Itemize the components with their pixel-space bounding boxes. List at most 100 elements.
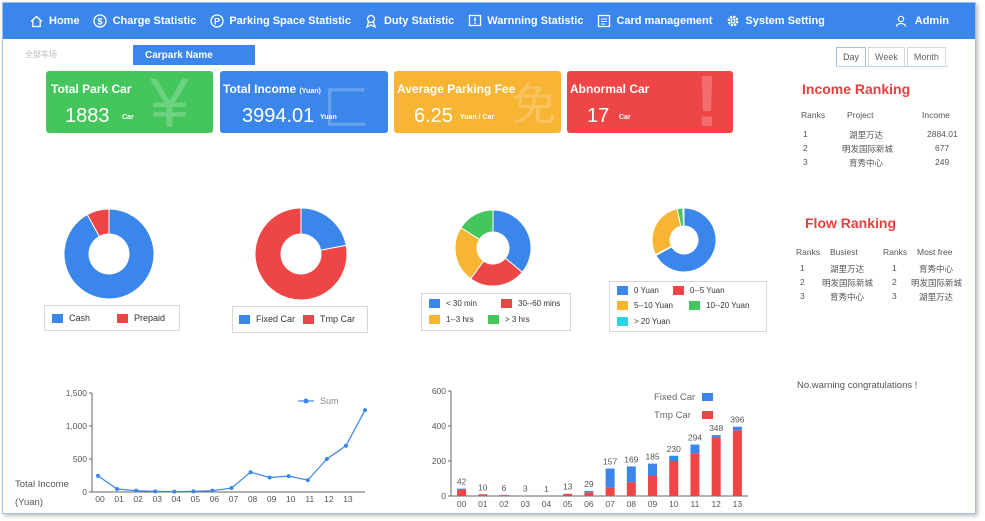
- user-icon: [895, 15, 907, 27]
- legend-item-gt3h[interactable]: > 3 hrs: [488, 315, 530, 324]
- bar-tmp-car[interactable]: [626, 482, 636, 496]
- data-point[interactable]: [343, 443, 348, 448]
- y-tick-label: 0: [441, 491, 446, 501]
- nav-parking-space-statistic[interactable]: P Parking Space Statistic: [209, 14, 351, 29]
- x-tick-label: 11: [305, 494, 314, 504]
- nav-charge-statistic[interactable]: $ Charge Statistic: [93, 14, 196, 29]
- bar-total-label: 185: [645, 452, 659, 462]
- tab-day[interactable]: Day: [836, 47, 867, 66]
- data-point[interactable]: [286, 474, 291, 479]
- payment-legend: Cash Prepaid: [44, 305, 180, 331]
- data-point[interactable]: [134, 488, 139, 493]
- data-point[interactable]: [229, 486, 234, 491]
- cell: 1: [803, 129, 808, 139]
- y-axis-label: (Yuan): [15, 497, 43, 508]
- bar-fixed-car[interactable]: [669, 455, 679, 461]
- bar-fixed-car[interactable]: [690, 444, 700, 454]
- card-total-park-car: ¥ Total Park Car 1883 Car: [46, 71, 213, 133]
- nav-duty-statistic[interactable]: Duty Statistic: [364, 14, 454, 29]
- legend-item-0-yuan[interactable]: 0 Yuan: [617, 286, 659, 295]
- bar-total-label: 169: [624, 454, 638, 464]
- user-name: Admin: [914, 15, 949, 27]
- bar-fixed-car[interactable]: [648, 463, 658, 475]
- cell: 明发国际新城: [842, 144, 894, 154]
- bar-tmp-car[interactable]: [563, 493, 573, 496]
- header-cell: Ranks: [801, 110, 826, 120]
- cell: 明发国际新城: [911, 278, 963, 288]
- data-point[interactable]: [153, 489, 158, 494]
- pie-slice-5-10-yuan[interactable]: [651, 208, 682, 256]
- nav-warning-statistic[interactable]: Warnning Statistic: [467, 14, 583, 29]
- pie-slice-fixed-car[interactable]: [300, 207, 347, 251]
- legend-item-lt30[interactable]: < 30 min: [429, 299, 477, 308]
- data-point[interactable]: [363, 408, 367, 413]
- legend-label-tmp-car[interactable]: Tmp Car: [654, 410, 691, 421]
- bar-total-label: 29: [584, 479, 594, 489]
- carpark-name-button[interactable]: Carpark Name: [133, 45, 255, 65]
- legend-item-0-5-yuan[interactable]: 0--5 Yuan: [673, 286, 725, 295]
- bar-tmp-car[interactable]: [499, 495, 509, 496]
- bar-fixed-car[interactable]: [605, 468, 615, 488]
- legend-item-gt20-yuan[interactable]: > 20 Yuan: [617, 317, 670, 326]
- nav-system-setting[interactable]: System Setting: [725, 14, 825, 29]
- bar-fixed-car[interactable]: [457, 488, 467, 490]
- data-point[interactable]: [210, 488, 215, 493]
- bar-fixed-car[interactable]: [626, 466, 636, 483]
- bar-total-label: 348: [709, 423, 723, 433]
- user-menu[interactable]: Admin: [895, 3, 949, 39]
- data-point[interactable]: [267, 475, 272, 480]
- bar-tmp-car[interactable]: [605, 487, 615, 496]
- legend-item-1-3h[interactable]: 1--3 hrs: [429, 315, 474, 324]
- data-point[interactable]: [172, 489, 177, 494]
- bar-tmp-car[interactable]: [690, 453, 700, 496]
- legend-item-prepaid[interactable]: Prepaid: [117, 313, 165, 323]
- legend-label: 10--20 Yuan: [706, 301, 750, 310]
- cell: 育秀中心: [849, 158, 884, 168]
- pie-slice--20-yuan[interactable]: [682, 207, 685, 227]
- bar-fixed-car[interactable]: [732, 426, 742, 431]
- income-line-chart: 0 500 1,000 1,500 00 01 02 03 04 05 06 07 08 09 10 11 12…: [15, 388, 367, 508]
- data-point[interactable]: [305, 478, 310, 483]
- cell: 677: [935, 143, 950, 153]
- carpark-select[interactable]: 全部车场: [25, 49, 57, 60]
- bar-fixed-car[interactable]: [711, 435, 721, 438]
- bar-tmp-car[interactable]: [669, 461, 679, 496]
- bar-fixed-car[interactable]: [584, 490, 594, 493]
- nav-card-management[interactable]: Card management: [596, 14, 712, 29]
- bar-tmp-car[interactable]: [648, 475, 658, 496]
- legend-item-10-20-yuan[interactable]: 10--20 Yuan: [689, 301, 749, 310]
- nav-home[interactable]: Home: [29, 14, 80, 29]
- bar-tmp-car[interactable]: [478, 494, 488, 496]
- legend-label-fixed-car[interactable]: Fixed Car: [654, 392, 695, 403]
- x-tick-label: 12: [324, 494, 334, 504]
- bar-tmp-car[interactable]: [457, 489, 467, 496]
- legend-item-tmp-car[interactable]: Tmp Car: [303, 314, 355, 324]
- bar-tmp-car[interactable]: [711, 437, 721, 496]
- free-watermark-icon: 免: [512, 81, 556, 130]
- flow-ranking-table: Ranks Busiest Ranks Most free 1 湖里万达 1 育…: [796, 247, 971, 307]
- data-point[interactable]: [96, 473, 100, 478]
- dollar-icon: $: [93, 14, 108, 29]
- data-point[interactable]: [248, 470, 253, 475]
- x-tick-label: 02: [499, 499, 509, 509]
- data-point[interactable]: [115, 487, 120, 492]
- legend-item-fixed-car[interactable]: Fixed Car: [239, 314, 295, 324]
- data-point[interactable]: [191, 489, 196, 494]
- x-tick-label: 01: [114, 494, 124, 504]
- legend-item-30-60[interactable]: 30--60 mins: [501, 299, 560, 308]
- tab-month[interactable]: Month: [906, 47, 946, 66]
- warning-message: No.warning congratulations !: [797, 380, 918, 391]
- legend-label-sum[interactable]: Sum: [320, 396, 339, 406]
- bar-total-label: 6: [502, 483, 507, 493]
- bar-tmp-car[interactable]: [584, 492, 594, 496]
- y-tick-label: 0: [82, 487, 87, 497]
- x-tick-label: 05: [563, 499, 573, 509]
- legend-label: Tmp Car: [320, 314, 356, 324]
- data-point[interactable]: [324, 457, 329, 461]
- x-tick-label: 05: [191, 494, 201, 504]
- y-tick-label: 600: [432, 386, 446, 396]
- bar-tmp-car[interactable]: [732, 430, 742, 496]
- tab-week[interactable]: Week: [868, 47, 905, 66]
- legend-item-5-10-yuan[interactable]: 5--10 Yuan: [617, 301, 673, 310]
- legend-item-cash[interactable]: Cash: [52, 313, 90, 323]
